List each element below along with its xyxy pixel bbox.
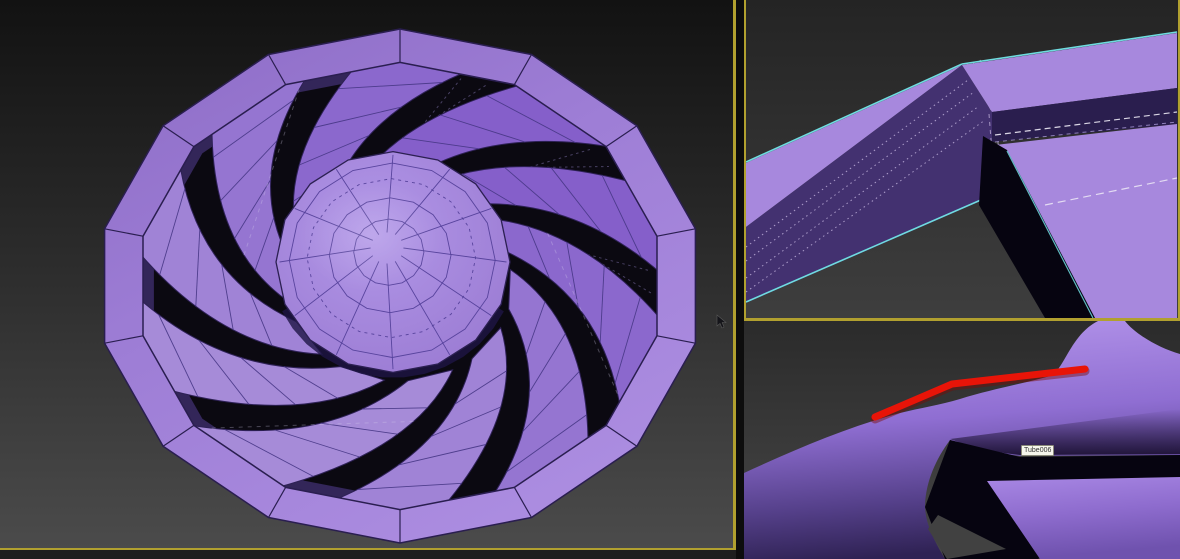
viewport-top-right-edges[interactable]: [744, 0, 1180, 321]
object-name-tooltip: Tube006: [1021, 445, 1055, 456]
shaded-closeup-svg: [744, 321, 1180, 559]
fan-model: [103, 28, 697, 544]
mouse-cursor-icon: [716, 314, 727, 329]
viewport-left-fan[interactable]: [0, 0, 736, 550]
fan-wireframe-svg: [0, 0, 733, 548]
window-bottom-strip: [0, 550, 736, 559]
viewport-canvas: Tube006: [0, 0, 1180, 559]
viewport-bottom-right-shaded[interactable]: Tube006: [744, 321, 1180, 559]
viewport-divider[interactable]: [736, 0, 744, 559]
edge-closeup-svg: [746, 0, 1178, 318]
